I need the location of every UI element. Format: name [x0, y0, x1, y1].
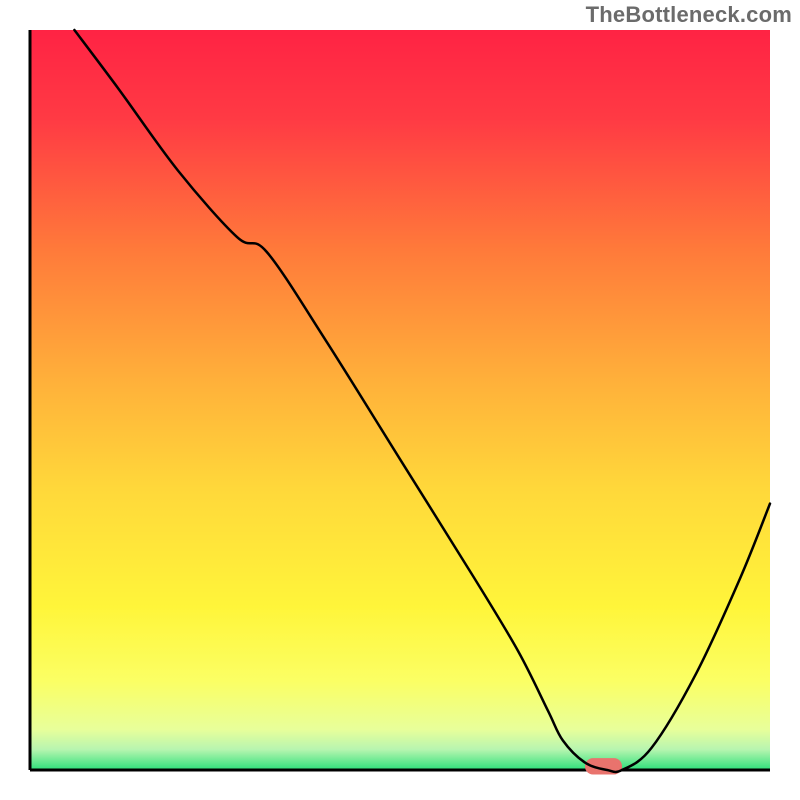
chart-svg: [0, 0, 800, 800]
plot-background: [30, 30, 770, 770]
watermark-text: TheBottleneck.com: [586, 2, 792, 28]
chart-container: { "watermark": "TheBottleneck.com", "cha…: [0, 0, 800, 800]
